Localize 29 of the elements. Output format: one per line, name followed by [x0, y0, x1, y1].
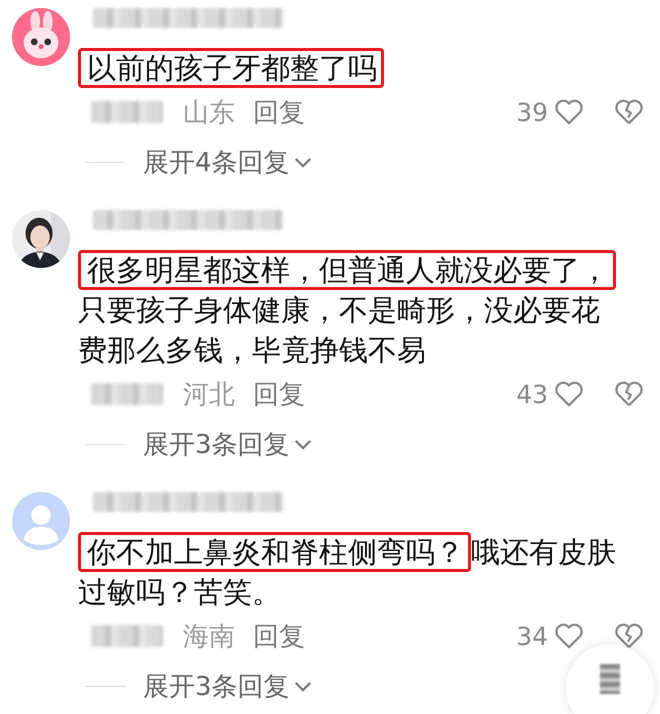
- blurred-date: [91, 383, 163, 405]
- chevron-down-icon[interactable]: [294, 438, 312, 450]
- heart-icon[interactable]: [554, 98, 584, 126]
- blurred-date: [91, 101, 163, 123]
- blurred-icon: [600, 664, 620, 694]
- broken-heart-icon[interactable]: [614, 98, 644, 126]
- like-count: 39: [516, 98, 548, 126]
- heart-icon[interactable]: [554, 622, 584, 650]
- expand-replies-link[interactable]: 展开4条回复: [143, 144, 290, 180]
- reply-link[interactable]: 回复: [253, 376, 305, 412]
- reply-link[interactable]: 回复: [253, 618, 305, 654]
- location-label: 海南: [183, 620, 235, 654]
- chevron-down-icon[interactable]: [294, 680, 312, 692]
- location-label: 山东: [183, 96, 235, 130]
- heart-icon[interactable]: [554, 380, 584, 408]
- blurred-date: [91, 625, 163, 647]
- chevron-down-icon[interactable]: [294, 156, 312, 168]
- rabbit-avatar-icon[interactable]: [12, 8, 70, 66]
- location-label: 河北: [183, 378, 235, 412]
- comment-text: 很多明星都这样，但普通人就没必要了， 只要孩子身体健康，不是畸形，没必要花费那么多钱，毕竟挣钱不易: [78, 248, 623, 372]
- expand-replies-link[interactable]: 展开3条回复: [143, 426, 290, 462]
- like-count: 43: [516, 380, 548, 408]
- floating-button[interactable]: [566, 644, 654, 714]
- expand-replies-link[interactable]: 展开3条回复: [143, 668, 290, 704]
- broken-heart-icon[interactable]: [614, 380, 644, 408]
- comment-text: 你不加上鼻炎和脊柱侧弯吗？ 哦还有皮肤过敏吗？苦笑。: [78, 530, 623, 614]
- like-count: 34: [516, 622, 548, 650]
- broken-heart-icon[interactable]: [614, 622, 644, 650]
- reply-link[interactable]: 回复: [253, 94, 305, 130]
